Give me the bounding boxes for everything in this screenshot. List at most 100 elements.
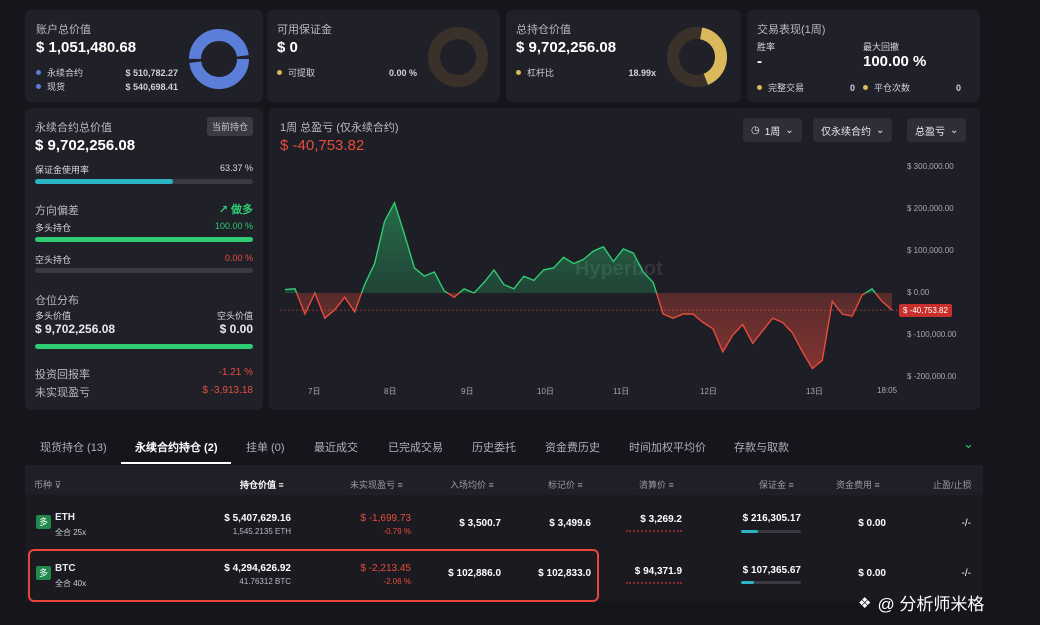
dist-bar xyxy=(35,344,253,349)
col-funding-label: 资金费用 xyxy=(836,480,873,490)
col-entry[interactable]: 入场均价 ≡ xyxy=(450,478,494,491)
tab-twap[interactable]: 时间加权平均价 xyxy=(629,439,706,455)
unrealized-pnl: $ -1,699.73 xyxy=(360,513,411,524)
tab-order-history[interactable]: 历史委托 xyxy=(472,439,516,455)
tab-deposits[interactable]: 存款与取款 xyxy=(734,439,789,455)
expand-icon[interactable]: ⌄ xyxy=(963,436,974,452)
watermark-text: @ 分析师米格 xyxy=(877,595,985,614)
long-bar xyxy=(35,237,253,242)
tab-spot-positions[interactable]: 现货持仓 (13) xyxy=(40,439,107,455)
tpsl[interactable]: -/- xyxy=(962,568,971,579)
position-qty: 1,545.2135 ETH xyxy=(232,527,291,536)
scope-select[interactable]: 仅永续合约 ⌄ xyxy=(813,118,893,142)
completed-dot-icon xyxy=(757,85,762,90)
coin-name[interactable]: BTC xyxy=(55,563,76,574)
period-select[interactable]: ◷ 1周 ⌄ xyxy=(743,118,802,142)
footer-watermark: ❖ @ 分析师米格 xyxy=(858,590,984,615)
sort-icon: ≡ xyxy=(668,480,674,490)
unrealized-pnl: $ -2,213.45 xyxy=(360,563,411,574)
col-liq[interactable]: 清算价 ≡ xyxy=(639,478,674,491)
tab-open-orders[interactable]: 挂单 (0) xyxy=(246,439,285,455)
win-rate-value: - xyxy=(757,53,762,70)
highlight-box xyxy=(28,549,599,602)
col-margin-label: 保证金 xyxy=(759,480,787,490)
coin-name[interactable]: ETH xyxy=(55,512,75,523)
leverage-dot-icon xyxy=(516,70,521,75)
bias-value: 做多 xyxy=(231,204,253,216)
sort-icon: ≡ xyxy=(278,480,284,490)
metric-label: 总盈亏 xyxy=(915,126,945,138)
x-tick: 13日 xyxy=(806,387,823,396)
tab-completed-trades[interactable]: 已完成交易 xyxy=(388,439,443,455)
col-coin[interactable]: 币种 ⊽ xyxy=(34,478,61,491)
margin-bar xyxy=(741,530,801,533)
perp-title: 永续合约总价值 xyxy=(35,122,112,134)
y-tick: $ -100,000.00 xyxy=(907,330,957,339)
col-mark[interactable]: 标记价 ≡ xyxy=(548,478,583,491)
margin-bar xyxy=(741,581,801,584)
chevron-down-icon: ⌄ xyxy=(876,124,885,136)
x-tick: 11日 xyxy=(613,387,630,396)
performance-card: 交易表现(1周) 胜率 - 最大回撤 100.00 % 完整交易 0 平仓次数 … xyxy=(747,10,980,102)
y-tick: $ 200,000.00 xyxy=(907,204,954,213)
position-qty: 41.76312 BTC xyxy=(239,577,291,586)
sort-icon: ≡ xyxy=(874,480,880,490)
col-coin-label: 币种 xyxy=(34,480,53,490)
period-label: 1周 xyxy=(764,126,781,138)
margin-amount: $ 216,305.17 xyxy=(742,513,801,524)
col-margin[interactable]: 保证金 ≡ xyxy=(759,478,794,491)
x-tick: 8日 xyxy=(384,387,397,396)
close-count-row: 平仓次数 0 xyxy=(863,81,961,94)
long-bar-fill xyxy=(35,237,253,242)
close-dot-icon xyxy=(863,85,868,90)
sort-icon: ≡ xyxy=(788,480,794,490)
short-bar xyxy=(35,268,253,273)
completed-value: 0 xyxy=(849,82,855,93)
sort-icon: ≡ xyxy=(397,480,403,490)
tpsl[interactable]: -/- xyxy=(962,518,971,529)
long-tag-icon: 多 xyxy=(36,515,51,529)
coin-mode: 全合 25x xyxy=(55,528,87,537)
x-tick: 18:05 xyxy=(877,386,898,395)
tab-recent-fills[interactable]: 最近成交 xyxy=(314,439,358,455)
tab-perp-positions[interactable]: 永续合约持仓 (2) xyxy=(135,439,218,455)
x-tick: 10日 xyxy=(537,387,554,396)
available-margin-card: 可用保证金 $ 0 可提取 0.00 % xyxy=(267,10,500,102)
margin-donut-icon xyxy=(428,27,488,87)
account-value: $ 1,051,480.68 xyxy=(36,39,137,56)
close-label: 平仓次数 xyxy=(874,83,911,93)
metric-select[interactable]: 总盈亏 ⌄ xyxy=(907,118,967,142)
usage-bar-fill xyxy=(35,179,174,184)
withdraw-value: 0.00 % xyxy=(388,67,417,78)
y-tick: $ 0.00 xyxy=(907,288,930,297)
col-funding[interactable]: 资金费用 ≡ xyxy=(836,478,880,491)
perp-value: $ 510,782.27 xyxy=(125,67,178,78)
current-value-marker: $ -40,753.82 xyxy=(899,304,952,317)
perp-label: 永续合约 xyxy=(47,68,84,78)
col-liq-label: 清算价 xyxy=(639,480,667,490)
trend-up-icon: ↗ xyxy=(218,204,228,216)
spot-dot-icon xyxy=(36,84,41,89)
col-entry-label: 入场均价 xyxy=(450,480,487,490)
long-label: 多头持仓 xyxy=(35,223,72,233)
col-value[interactable]: 持仓价值 ≡ xyxy=(240,478,284,491)
roi-label: 投资回报率 xyxy=(35,369,90,381)
mark-price: $ 3,499.6 xyxy=(549,518,591,529)
table-row[interactable] xyxy=(25,495,983,547)
short-value: 0.00 % xyxy=(224,253,253,263)
current-position-badge[interactable]: 当前持仓 xyxy=(206,117,253,136)
position-value: $ 9,702,256.08 xyxy=(516,39,617,56)
perp-value: $ 9,702,256.08 xyxy=(35,137,136,154)
usage-label: 保证金使用率 xyxy=(35,165,90,175)
col-pnl-label: 未实现盈亏 xyxy=(350,480,396,490)
col-mark-label: 标记价 xyxy=(548,480,576,490)
liq-distance-dots xyxy=(626,582,682,584)
margin-bar-fill xyxy=(741,530,758,533)
tab-funding-history[interactable]: 资金费历史 xyxy=(545,439,600,455)
chevron-down-icon: ⌄ xyxy=(785,124,794,136)
y-tick: $ -200,000.00 xyxy=(907,372,957,381)
leverage-row: 杠杆比 18.99x xyxy=(516,66,656,79)
x-tick: 7日 xyxy=(308,387,321,396)
entry-price: $ 3,500.7 xyxy=(459,518,501,529)
col-pnl[interactable]: 未实现盈亏 ≡ xyxy=(350,478,403,491)
